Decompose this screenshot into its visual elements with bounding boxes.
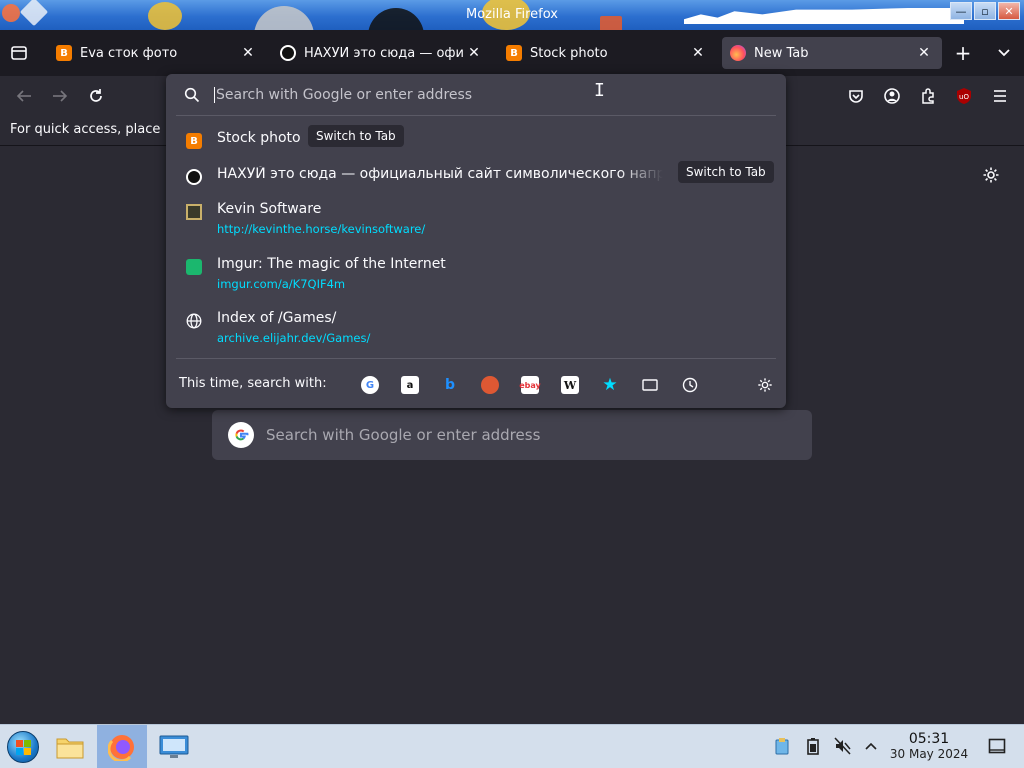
window-title: Mozilla Firefox [466, 7, 558, 22]
imgur-icon [186, 259, 202, 275]
wikipedia-icon[interactable]: W [561, 376, 579, 394]
newtab-search-box[interactable]: Search with Google or enter address [212, 410, 812, 460]
newtab-search-placeholder: Search with Google or enter address [266, 426, 541, 444]
urlbar-result-imgur[interactable]: Imgur: The magic of the Internet imgur.c… [166, 255, 786, 299]
divider [176, 358, 776, 359]
circle-icon [280, 45, 296, 61]
close-tab-icon[interactable]: ✕ [238, 45, 258, 61]
result-title: Kevin Software [217, 201, 322, 217]
volume-muted-icon[interactable] [834, 737, 852, 755]
file-manager-button[interactable] [50, 725, 90, 768]
clipboard-tray-icon[interactable] [773, 737, 791, 755]
search-icon [184, 87, 200, 103]
google-icon [228, 422, 254, 448]
tab-label: New Tab [754, 45, 809, 61]
result-url: archive.elijahr.dev/Games/ [217, 331, 371, 345]
clock-time[interactable]: 05:31 [890, 731, 968, 747]
chevron-up-icon[interactable] [862, 737, 880, 755]
url-input-placeholder: Search with Google or enter address [214, 87, 473, 103]
svg-text:uO: uO [959, 93, 969, 101]
url-input[interactable]: Search with Google or enter address [166, 74, 786, 116]
tab-label: НАХУЙ это сюда — офи [304, 45, 464, 61]
blogger-icon: B [56, 45, 72, 61]
new-tab-button[interactable]: + [953, 41, 973, 65]
circle-icon [186, 169, 202, 185]
tab-label: Eva сток фото [80, 45, 178, 61]
result-title: Imgur: The magic of the Internet [217, 256, 446, 272]
ublock-origin-icon[interactable]: uO [954, 86, 974, 106]
firefox-taskbar-button[interactable] [97, 725, 147, 768]
close-tab-icon[interactable]: ✕ [464, 45, 484, 61]
maximize-button[interactable]: ▫ [974, 2, 996, 20]
switch-to-tab-button[interactable]: Switch to Tab [308, 125, 404, 147]
hamburger-menu-icon[interactable] [990, 86, 1010, 106]
ebay-icon[interactable]: ebay [519, 376, 541, 394]
result-url: http://kevinthe.horse/kevinsoftware/ [217, 222, 426, 236]
gear-icon[interactable] [982, 166, 1002, 186]
switch-to-tab-button[interactable]: Switch to Tab [678, 161, 774, 183]
firefox-icon [730, 45, 746, 61]
tab-eva[interactable]: B Eva сток фото ✕ [48, 37, 266, 69]
bookmarks-star-icon[interactable]: ★ [601, 375, 619, 395]
back-arrow-icon[interactable] [14, 86, 34, 106]
pixel-site-icon [186, 204, 202, 220]
battery-icon[interactable] [804, 737, 822, 755]
bing-icon[interactable]: b [441, 376, 459, 394]
firefox-icon [108, 735, 134, 761]
blogger-icon: B [186, 133, 202, 149]
text-cursor-icon: I [594, 80, 605, 101]
divider [176, 115, 776, 116]
history-clock-icon[interactable] [681, 376, 699, 394]
globe-icon [186, 313, 202, 329]
duckduckgo-icon[interactable] [481, 376, 499, 394]
forward-arrow-icon[interactable] [50, 86, 70, 106]
clock-date[interactable]: 30 May 2024 [886, 747, 972, 761]
tab-nahuy[interactable]: НАХУЙ это сюда — офи ✕ [272, 37, 492, 69]
account-icon[interactable] [882, 86, 902, 106]
tab-strip: B Eva сток фото ✕ НАХУЙ это сюда — офи ✕… [0, 30, 1024, 76]
result-title: Index of /Games/ [217, 310, 337, 326]
urlbar-dropdown: Search with Google or enter address I B … [166, 74, 786, 408]
show-desktop-icon[interactable] [988, 737, 1006, 755]
search-settings-gear-icon[interactable] [756, 376, 774, 394]
chevron-down-icon[interactable] [994, 43, 1014, 63]
urlbar-result-kevin-software[interactable]: Kevin Software http://kevinthe.horse/kev… [166, 200, 786, 244]
urlbar-result-stock-photo[interactable]: B Stock photo Switch to Tab [166, 125, 786, 157]
remote-desktop-button[interactable] [154, 725, 194, 768]
pocket-icon[interactable] [846, 86, 866, 106]
tab-label: Stock photo [530, 45, 608, 61]
bookmarks-hint-text: For quick access, place [10, 122, 161, 137]
result-title: НАХУЙ это сюда — официальный сайт символ… [217, 166, 663, 182]
reload-icon[interactable] [86, 86, 106, 106]
windows-logo-icon [7, 731, 39, 763]
taskbar [0, 724, 1024, 768]
extensions-icon[interactable] [918, 86, 938, 106]
close-window-button[interactable]: ✕ [998, 2, 1020, 20]
blogger-icon: B [506, 45, 522, 61]
minimize-button[interactable]: — [950, 2, 972, 20]
result-url: imgur.com/a/K7QIF4m [217, 277, 346, 291]
urlbar-result-index-games[interactable]: Index of /Games/ archive.elijahr.dev/Gam… [166, 309, 786, 353]
urlbar-result-nahuy[interactable]: НАХУЙ это сюда — официальный сайт символ… [166, 161, 786, 193]
search-with-label: This time, search with: [179, 376, 327, 391]
start-button[interactable] [4, 725, 42, 768]
tab-new-tab[interactable]: New Tab ✕ [722, 37, 942, 69]
monitor-icon [159, 735, 189, 758]
search-engines-row: This time, search with: G a b ebay W ★ [166, 370, 786, 398]
tab-stock-photo[interactable]: B Stock photo ✕ [498, 37, 716, 69]
folder-icon [56, 738, 84, 759]
window-titlebar: Mozilla Firefox — ▫ ✕ [0, 0, 1024, 30]
tabs-icon[interactable] [641, 376, 659, 394]
close-tab-icon[interactable]: ✕ [688, 45, 708, 61]
firefox-view-icon[interactable] [9, 43, 29, 63]
amazon-icon[interactable]: a [401, 376, 419, 394]
close-tab-icon[interactable]: ✕ [914, 45, 934, 61]
result-title: Stock photo [217, 130, 301, 146]
google-icon[interactable]: G [361, 376, 379, 394]
